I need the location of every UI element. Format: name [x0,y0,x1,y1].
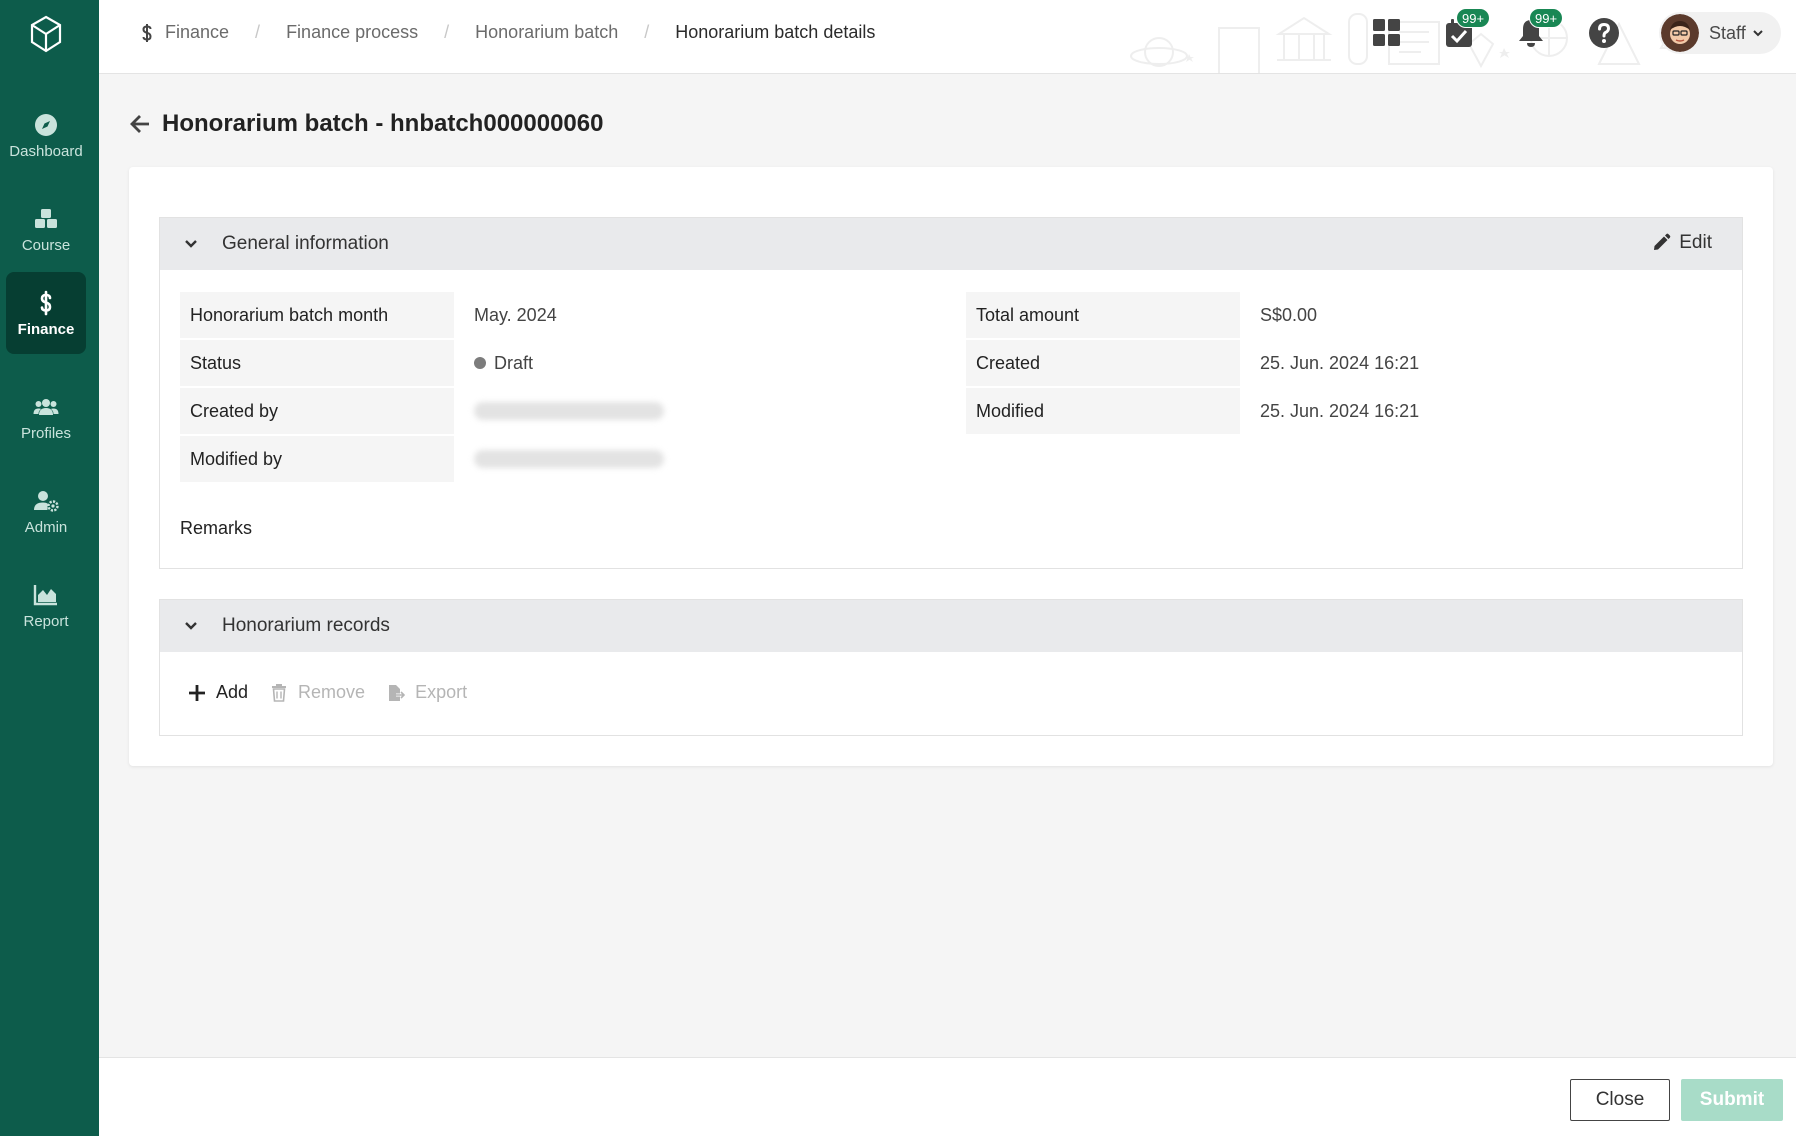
general-information-section: General information Edit Honorarium batc… [159,217,1743,569]
modified-by-value [454,450,664,468]
created-value: 25. Jun. 2024 16:21 [1260,352,1420,373]
add-button[interactable]: Add [188,682,248,703]
field-row: Created by [180,388,664,434]
field-row: Modified by [180,436,664,482]
user-menu[interactable]: Staff [1659,12,1781,54]
breadcrumb-honorarium-batch[interactable]: Honorarium batch [475,22,618,43]
dollar-icon [40,290,52,316]
breadcrumb-separator: / [255,22,261,42]
add-label: Add [216,682,249,702]
batch-month-value: May. 2024 [474,304,557,325]
sidebar: Dashboard Course Finance Profiles Admin … [0,0,99,1136]
field-label: Created by [180,388,454,434]
apps-grid-icon[interactable] [1371,17,1403,49]
sidebar-item-label: Profiles [20,425,72,442]
page-title: Honorarium batch - hnbatch000000060 [162,110,604,137]
avatar [1661,14,1699,52]
breadcrumb-separator: / [644,22,650,42]
export-label: Export [415,682,468,702]
breadcrumb-separator: / [444,22,450,42]
cubes-icon [35,209,57,228]
compass-icon [35,114,57,136]
notifications-badge: 99+ [1529,8,1564,28]
created-by-value [454,402,664,420]
decorative-doodles-icon [1130,13,1679,74]
sidebar-item-dashboard[interactable]: Dashboard [6,94,86,176]
total-amount-value: S$0.00 [1260,304,1318,325]
edit-button[interactable]: Edit [1651,232,1712,254]
sidebar-item-label: Course [21,237,71,254]
user-name: Staff [1709,22,1746,43]
field-row: Modified 25. Jun. 2024 16:21 [966,388,1419,434]
chevron-down-icon[interactable] [182,235,200,253]
modified-value: 25. Jun. 2024 16:21 [1260,400,1420,421]
app-logo-icon[interactable] [28,14,64,54]
edit-label: Edit [1679,232,1712,253]
page-title-row: Honorarium batch - hnbatch000000060 [128,110,603,138]
user-gear-icon [34,491,59,512]
breadcrumb: Finance / Finance process / Honorarium b… [139,22,875,43]
field-label: Honorarium batch month [180,292,454,338]
dollar-icon [142,23,152,42]
status-dot [474,357,486,369]
breadcrumb-finance-process[interactable]: Finance process [286,22,418,43]
field-label: Modified by [180,436,454,482]
sidebar-item-profiles[interactable]: Profiles [6,376,86,458]
footer-bar: Close Submit [99,1057,1796,1136]
tasks-badge: 99+ [1456,8,1491,28]
sidebar-item-admin[interactable]: Admin [6,470,86,552]
honorarium-records-section: Honorarium records Add Remove Export [159,599,1743,736]
submit-button[interactable]: Submit [1681,1079,1783,1121]
back-arrow-icon[interactable] [128,112,152,136]
area-chart-icon [33,585,57,606]
chevron-down-icon[interactable] [182,617,200,635]
remarks-label: Remarks [180,518,253,538]
field-label: Created [966,340,1240,386]
breadcrumb-finance[interactable]: Finance [165,22,229,43]
field-row: Created 25. Jun. 2024 16:21 [966,340,1419,386]
breadcrumb-current: Honorarium batch details [675,22,876,42]
sidebar-item-course[interactable]: Course [6,188,86,270]
field-label: Total amount [966,292,1240,338]
remove-label: Remove [298,682,366,702]
file-export-icon [389,684,406,701]
top-header: Finance / Finance process / Honorarium b… [99,0,1796,74]
detail-card: General information Edit Honorarium batc… [129,167,1773,766]
status-value: Draft [454,353,533,374]
help-icon[interactable] [1588,17,1620,49]
close-button[interactable]: Close [1570,1079,1670,1121]
trash-icon [272,683,287,702]
sidebar-item-finance[interactable]: Finance [6,272,86,354]
section-title: General information [222,233,389,254]
redacted-value [474,450,664,468]
field-row: Total amount S$0.00 [966,292,1317,338]
sidebar-item-label: Report [23,613,69,630]
sidebar-item-label: Finance [17,321,75,338]
remove-button[interactable]: Remove [270,682,365,703]
export-button[interactable]: Export [387,682,467,703]
plus-icon [189,684,205,701]
section-title: Honorarium records [222,615,390,636]
honorarium-records-header[interactable]: Honorarium records [160,600,1742,652]
records-toolbar: Add Remove Export [188,682,489,703]
sidebar-item-label: Admin [24,519,68,536]
redacted-value [474,402,664,420]
status-text: Draft [494,352,534,373]
general-information-header[interactable]: General information Edit [160,218,1742,270]
chevron-down-icon [1752,30,1763,37]
sidebar-item-report[interactable]: Report [6,564,86,646]
users-icon [33,399,59,415]
sidebar-item-label: Dashboard [9,143,83,160]
field-label: Modified [966,388,1240,434]
field-label: Status [180,340,454,386]
field-row: Status Draft [180,340,533,386]
field-row: Honorarium batch month May. 2024 [180,292,557,338]
pencil-icon [1654,233,1671,250]
